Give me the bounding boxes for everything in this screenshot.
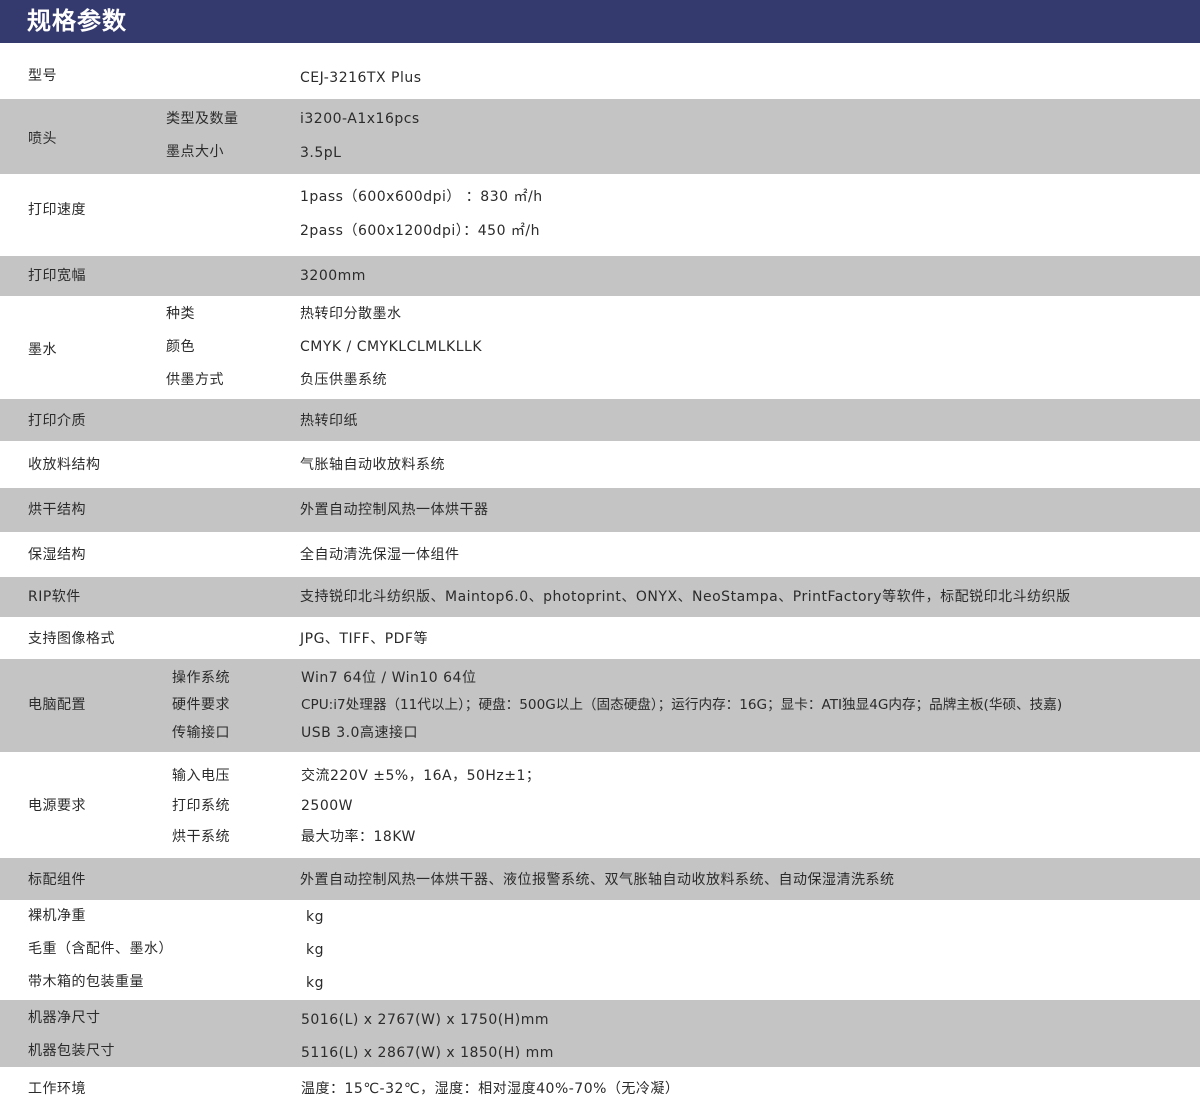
spec-label: RIP软件 <box>28 589 81 605</box>
spec-label: 收放料结构 <box>28 457 101 473</box>
spec-sublabel: 打印系统 <box>172 798 230 814</box>
spec-row-standard-components: 标配组件 外置自动控制风热一体烘干器、液位报警系统、双气胀轴自动收放料系统、自动… <box>0 858 1200 900</box>
spec-label: 烘干结构 <box>28 502 86 518</box>
spec-label: 打印介质 <box>28 413 86 429</box>
spec-row-printhead: 喷头 类型及数量 i3200-A1x16pcs 墨点大小 3.5pL <box>0 99 1200 174</box>
spec-label: 毛重（含配件、墨水） <box>28 941 173 957</box>
spec-label: 型号 <box>28 68 57 84</box>
spec-row-computer: 电脑配置 操作系统 Win7 64位 / Win10 64位 硬件要求 CPU:… <box>0 659 1200 752</box>
spec-value: 5016(L) x 2767(W) x 1750(H)mm <box>301 1012 549 1028</box>
spec-row-print-speed: 打印速度 1pass（600x600dpi） ：830 ㎡/h 2pass（60… <box>0 174 1200 256</box>
spec-row-model: 型号 CEJ-3216TX Plus <box>0 43 1200 99</box>
spec-value: 1pass（600x600dpi） ：830 ㎡/h <box>300 189 543 205</box>
spec-value: 3200mm <box>300 268 366 284</box>
spec-sublabel: 种类 <box>166 306 195 322</box>
spec-value: 气胀轴自动收放料系统 <box>300 457 445 473</box>
spec-label: 墨水 <box>28 342 57 358</box>
spec-row-image-format: 支持图像格式 JPG、TIFF、PDF等 <box>0 617 1200 659</box>
spec-value: 热转印纸 <box>300 413 358 429</box>
spec-sublabel: 类型及数量 <box>166 111 239 127</box>
spec-value: 最大功率：18KW <box>301 829 416 845</box>
spec-row-environment: 工作环境 温度：15℃-32℃，湿度：相对湿度40%-70%（无冷凝） <box>0 1067 1200 1097</box>
spec-value: 3.5pL <box>300 145 342 161</box>
spec-label: 支持图像格式 <box>28 631 115 647</box>
spec-label: 打印速度 <box>28 202 86 218</box>
spec-value: 热转印分散墨水 <box>300 306 402 322</box>
spec-value: CPU:i7处理器（11代以上）；硬盘：500G以上（固态硬盘）；运行内存：16… <box>301 697 1063 713</box>
spec-sublabel: 墨点大小 <box>166 144 224 160</box>
spec-value: i3200-A1x16pcs <box>300 111 420 127</box>
spec-value: 全自动清洗保湿一体组件 <box>300 547 460 563</box>
spec-label: 标配组件 <box>28 872 86 888</box>
spec-value: 负压供墨系统 <box>300 372 387 388</box>
header-bar: 规格参数 <box>0 0 1200 43</box>
spec-sublabel: 操作系统 <box>172 670 230 686</box>
spec-label: 工作环境 <box>28 1081 86 1097</box>
spec-value: CEJ-3216TX Plus <box>300 70 422 86</box>
spec-value: kg <box>306 975 324 991</box>
spec-value: 2pass（600x1200dpi）：450 ㎡/h <box>300 223 541 239</box>
spec-row-dryer: 烘干结构 外置自动控制风热一体烘干器 <box>0 488 1200 532</box>
spec-label: 保湿结构 <box>28 547 86 563</box>
spec-row-power: 电源要求 输入电压 交流220V ±5%，16A，50Hz±1； 打印系统 25… <box>0 752 1200 858</box>
spec-label: 机器包装尺寸 <box>28 1043 115 1059</box>
spec-row-rip-software: RIP软件 支持锐印北斗纺织版、Maintop6.0、photoprint、ON… <box>0 577 1200 617</box>
spec-value: 交流220V ±5%，16A，50Hz±1； <box>301 768 541 784</box>
spec-label: 打印宽幅 <box>28 268 86 284</box>
spec-label: 电源要求 <box>28 798 86 814</box>
spec-row-moisturizing: 保湿结构 全自动清洗保湿一体组件 <box>0 532 1200 577</box>
spec-label: 裸机净重 <box>28 908 86 924</box>
spec-row-feeding: 收放料结构 气胀轴自动收放料系统 <box>0 441 1200 488</box>
spec-value: 5116(L) x 2867(W) x 1850(H) mm <box>301 1045 554 1061</box>
spec-value: 支持锐印北斗纺织版、Maintop6.0、photoprint、ONYX、Neo… <box>300 589 1071 605</box>
spec-label: 电脑配置 <box>28 697 86 713</box>
spec-row-dimensions: 机器净尺寸 5016(L) x 2767(W) x 1750(H)mm 机器包装… <box>0 1000 1200 1067</box>
spec-sublabel: 输入电压 <box>172 768 230 784</box>
spec-sublabel: 硬件要求 <box>172 697 230 713</box>
spec-value: kg <box>306 942 324 958</box>
spec-value: 外置自动控制风热一体烘干器、液位报警系统、双气胀轴自动收放料系统、自动保湿清洗系… <box>300 872 895 888</box>
spec-sublabel: 烘干系统 <box>172 829 230 845</box>
spec-row-print-media: 打印介质 热转印纸 <box>0 399 1200 441</box>
spec-value: kg <box>306 909 324 925</box>
spec-value: CMYK / CMYKLCLMLKLLK <box>300 339 483 355</box>
spec-label: 喷头 <box>28 131 57 147</box>
spec-value: 外置自动控制风热一体烘干器 <box>300 502 489 518</box>
spec-value: USB 3.0高速接口 <box>301 725 418 741</box>
spec-value: 温度：15℃-32℃，湿度：相对湿度40%-70%（无冷凝） <box>301 1081 680 1097</box>
spec-sublabel: 传输接口 <box>172 725 230 741</box>
spec-row-weights: 裸机净重 kg 毛重（含配件、墨水） kg 带木箱的包装重量 kg <box>0 900 1200 1000</box>
spec-label: 机器净尺寸 <box>28 1010 101 1026</box>
spec-value: Win7 64位 / Win10 64位 <box>301 670 477 686</box>
spec-value: JPG、TIFF、PDF等 <box>300 631 428 647</box>
spec-label: 带木箱的包装重量 <box>28 974 144 990</box>
spec-row-print-width: 打印宽幅 3200mm <box>0 256 1200 296</box>
spec-sublabel: 颜色 <box>166 339 195 355</box>
spec-row-ink: 墨水 种类 热转印分散墨水 颜色 CMYK / CMYKLCLMLKLLK 供墨… <box>0 296 1200 399</box>
spec-value: 2500W <box>301 798 353 814</box>
spec-sublabel: 供墨方式 <box>166 372 224 388</box>
page-title: 规格参数 <box>27 7 127 35</box>
